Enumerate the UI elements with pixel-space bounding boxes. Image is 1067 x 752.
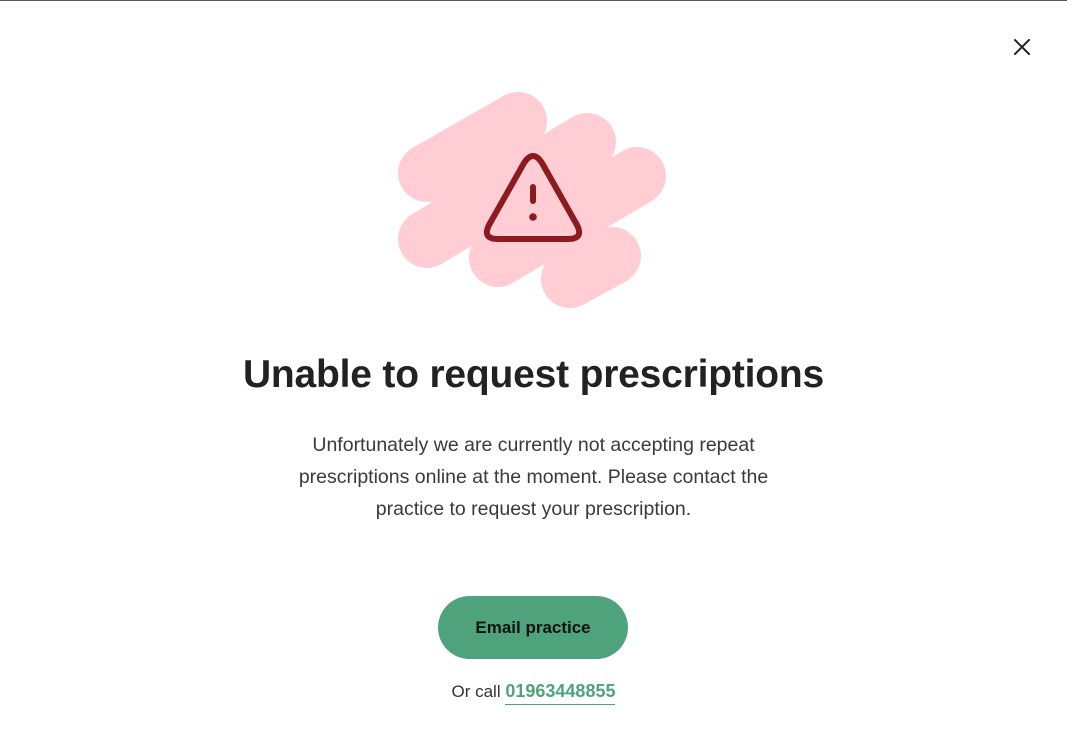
prescription-unavailable-dialog: Unable to request prescriptions Unfortun… [0, 0, 1067, 752]
email-practice-button[interactable]: Email practice [438, 596, 628, 659]
close-button[interactable] [1008, 33, 1036, 61]
dialog-description: Unfortunately we are currently not accep… [298, 434, 769, 520]
close-icon [1014, 39, 1030, 55]
dialog-title: Unable to request prescriptions [242, 353, 825, 396]
warning-illustration [396, 89, 672, 313]
warning-dot [529, 213, 537, 221]
call-line: Or call 01963448855 [0, 681, 1067, 705]
call-prefix: Or call [451, 682, 501, 701]
phone-number-link[interactable]: 01963448855 [505, 681, 616, 705]
